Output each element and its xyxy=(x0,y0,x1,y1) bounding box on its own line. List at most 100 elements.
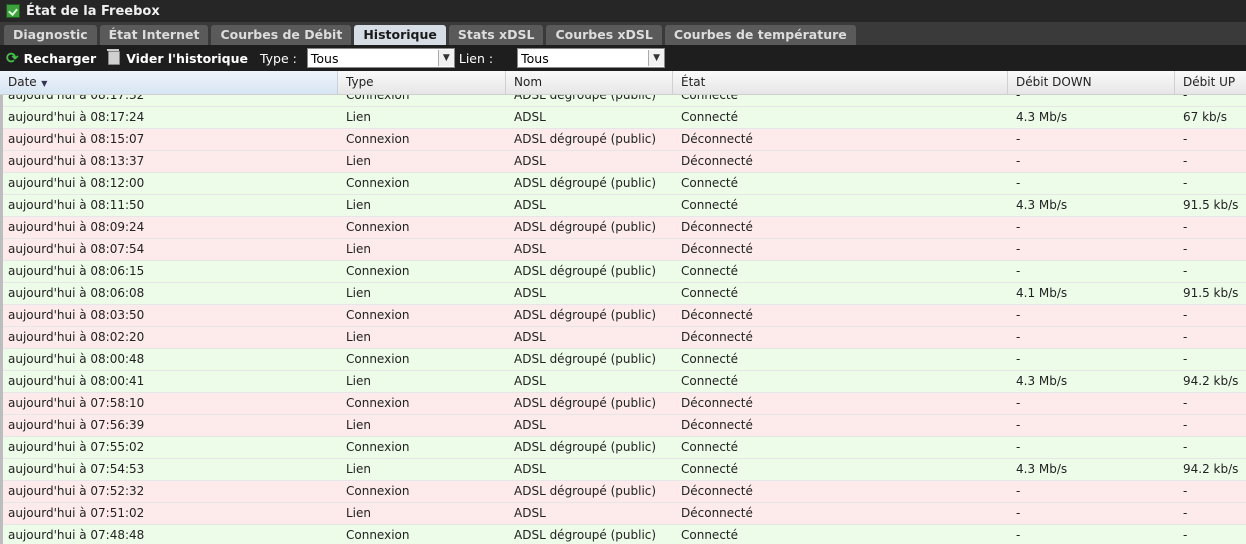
column-header-etat[interactable]: État xyxy=(673,71,1008,94)
row-date: aujourd'hui à 08:00:48 xyxy=(8,352,145,366)
table-row[interactable]: aujourd'hui à 08:13:37 Lien ADSL Déconnecté… xyxy=(0,151,1246,173)
row-date: aujourd'hui à 08:02:20 xyxy=(8,330,145,344)
row-date: aujourd'hui à 08:11:50 xyxy=(8,198,145,212)
row-etat: Connecté xyxy=(681,462,738,476)
table-row[interactable]: aujourd'hui à 08:07:54 Lien ADSL Déconnecté… xyxy=(0,239,1246,261)
row-debit-down: - xyxy=(1016,440,1021,454)
row-date: aujourd'hui à 07:56:39 xyxy=(8,418,145,432)
table-row[interactable]: aujourd'hui à 08:12:00 Connexion ADSL dégr… xyxy=(0,173,1246,195)
row-nom: ADSL xyxy=(514,374,546,388)
row-nom: ADSL xyxy=(514,286,546,300)
row-etat: Connecté xyxy=(681,198,738,212)
row-etat: Déconnecté xyxy=(681,330,753,344)
row-type: Lien xyxy=(346,418,372,432)
row-type: Lien xyxy=(346,110,372,124)
table-row[interactable]: aujourd'hui à 08:00:48 Connexion ADSL dégr… xyxy=(0,349,1246,371)
tab-courbes-debit[interactable]: Courbes de Débit xyxy=(211,25,352,45)
row-type: Lien xyxy=(346,242,372,256)
row-etat: Connecté xyxy=(681,352,738,366)
row-debit-up: - xyxy=(1183,528,1188,542)
row-date: aujourd'hui à 08:00:41 xyxy=(8,374,145,388)
tab-etat-internet[interactable]: État Internet xyxy=(99,25,209,45)
chevron-down-icon[interactable]: ▼ xyxy=(648,50,665,66)
trash-icon xyxy=(107,49,121,65)
table-row[interactable]: aujourd'hui à 08:03:50 Connexion ADSL dégr… xyxy=(0,305,1246,327)
row-debit-up: 91.5 kb/s xyxy=(1183,198,1239,212)
column-header-type[interactable]: Type xyxy=(338,71,506,94)
tab-diagnostic[interactable]: Diagnostic xyxy=(4,25,97,45)
row-debit-down: 4.3 Mb/s xyxy=(1016,110,1068,124)
row-nom: ADSL dégroupé (public) xyxy=(514,352,657,366)
column-header-debit-down[interactable]: Débit DOWN xyxy=(1008,71,1175,94)
link-filter-value: Tous xyxy=(521,50,549,66)
row-type: Connexion xyxy=(346,528,410,542)
row-nom: ADSL xyxy=(514,110,546,124)
row-etat: Connecté xyxy=(681,440,738,454)
type-filter-select[interactable]: Tous ▼ xyxy=(306,48,455,68)
row-etat: Connecté xyxy=(681,176,738,190)
grid-left-border xyxy=(0,71,3,544)
row-nom: ADSL xyxy=(514,330,546,344)
tab-stats-xdsl[interactable]: Stats xDSL xyxy=(448,25,544,45)
chevron-down-icon[interactable]: ▼ xyxy=(437,50,454,66)
row-nom: ADSL xyxy=(514,506,546,520)
row-debit-up: - xyxy=(1183,440,1188,454)
column-header-date[interactable]: Date ▼ xyxy=(0,71,338,94)
table-row[interactable]: aujourd'hui à 08:15:07 Connexion ADSL dégr… xyxy=(0,129,1246,151)
column-header-nom[interactable]: Nom xyxy=(506,71,673,94)
row-etat: Connecté xyxy=(681,264,738,278)
row-nom: ADSL dégroupé (public) xyxy=(514,132,657,146)
table-row[interactable]: aujourd'hui à 08:09:24 Connexion ADSL dégr… xyxy=(0,217,1246,239)
row-debit-up: - xyxy=(1183,308,1188,322)
row-type: Lien xyxy=(346,374,372,388)
row-etat: Connecté xyxy=(681,286,738,300)
table-row[interactable]: aujourd'hui à 08:00:41 Lien ADSL Connecté 4.… xyxy=(0,371,1246,393)
row-nom: ADSL dégroupé (public) xyxy=(514,484,657,498)
tab-courbes-xdsl[interactable]: Courbes xDSL xyxy=(546,25,662,45)
row-etat: Déconnecté xyxy=(681,506,753,520)
row-type: Lien xyxy=(346,506,372,520)
row-date: aujourd'hui à 07:48:48 xyxy=(8,528,145,542)
row-type: Lien xyxy=(346,330,372,344)
row-debit-up: 67 kb/s xyxy=(1183,110,1227,124)
row-etat: Déconnecté xyxy=(681,220,753,234)
table-row[interactable]: aujourd'hui à 07:58:10 Connexion ADSL dégr… xyxy=(0,393,1246,415)
row-debit-down: - xyxy=(1016,264,1021,278)
row-debit-up: - xyxy=(1183,396,1188,410)
link-filter-select[interactable]: Tous ▼ xyxy=(517,48,666,68)
toolbar: ⟳ Recharger Vider l'historique Type : To… xyxy=(0,45,1246,71)
table-row[interactable]: aujourd'hui à 07:52:32 Connexion ADSL dégr… xyxy=(0,481,1246,503)
row-nom: ADSL dégroupé (public) xyxy=(514,176,657,190)
row-debit-up: - xyxy=(1183,418,1188,432)
column-header-date-label: Date xyxy=(8,75,37,89)
reload-button[interactable]: ⟳ Recharger xyxy=(6,49,96,67)
table-row[interactable]: aujourd'hui à 07:55:02 Connexion ADSL dégr… xyxy=(0,437,1246,459)
row-debit-down: 4.1 Mb/s xyxy=(1016,286,1068,300)
row-date: aujourd'hui à 08:06:15 xyxy=(8,264,145,278)
table-row[interactable]: aujourd'hui à 07:56:39 Lien ADSL Déconnecté… xyxy=(0,415,1246,437)
row-debit-up: - xyxy=(1183,154,1188,168)
row-debit-up: 91.5 kb/s xyxy=(1183,286,1239,300)
clear-history-label: Vider l'historique xyxy=(126,50,248,66)
tab-courbes-temperature[interactable]: Courbes de température xyxy=(664,25,856,45)
row-date: aujourd'hui à 07:58:10 xyxy=(8,396,145,410)
clear-history-button[interactable]: Vider l'historique xyxy=(107,49,248,66)
row-etat: Connecté xyxy=(681,374,738,388)
row-debit-up: 94.2 kb/s xyxy=(1183,462,1239,476)
table-row[interactable]: aujourd'hui à 08:06:08 Lien ADSL Connecté 4.… xyxy=(0,283,1246,305)
table-row[interactable]: aujourd'hui à 08:06:15 Connexion ADSL dégr… xyxy=(0,261,1246,283)
table-row[interactable]: aujourd'hui à 07:48:48 Connexion ADSL dégr… xyxy=(0,525,1246,544)
table-row[interactable]: aujourd'hui à 08:17:24 Lien ADSL Connecté 4.… xyxy=(0,107,1246,129)
table-row[interactable]: aujourd'hui à 08:11:50 Lien ADSL Connecté 4.… xyxy=(0,195,1246,217)
row-type: Connexion xyxy=(346,264,410,278)
table-row[interactable]: aujourd'hui à 08:02:20 Lien ADSL Déconnecté… xyxy=(0,327,1246,349)
table-row[interactable]: aujourd'hui à 07:54:53 Lien ADSL Connecté 4.… xyxy=(0,459,1246,481)
row-nom: ADSL dégroupé (public) xyxy=(514,440,657,454)
row-date: aujourd'hui à 08:06:08 xyxy=(8,286,145,300)
tab-historique[interactable]: Historique xyxy=(354,25,446,45)
row-debit-down: - xyxy=(1016,528,1021,542)
table-header: Date ▼ Type Nom État Débit DOWN Débit UP xyxy=(0,71,1246,95)
row-nom: ADSL dégroupé (public) xyxy=(514,528,657,542)
column-header-debit-up[interactable]: Débit UP xyxy=(1175,71,1246,94)
table-row[interactable]: aujourd'hui à 07:51:02 Lien ADSL Déconnecté… xyxy=(0,503,1246,525)
